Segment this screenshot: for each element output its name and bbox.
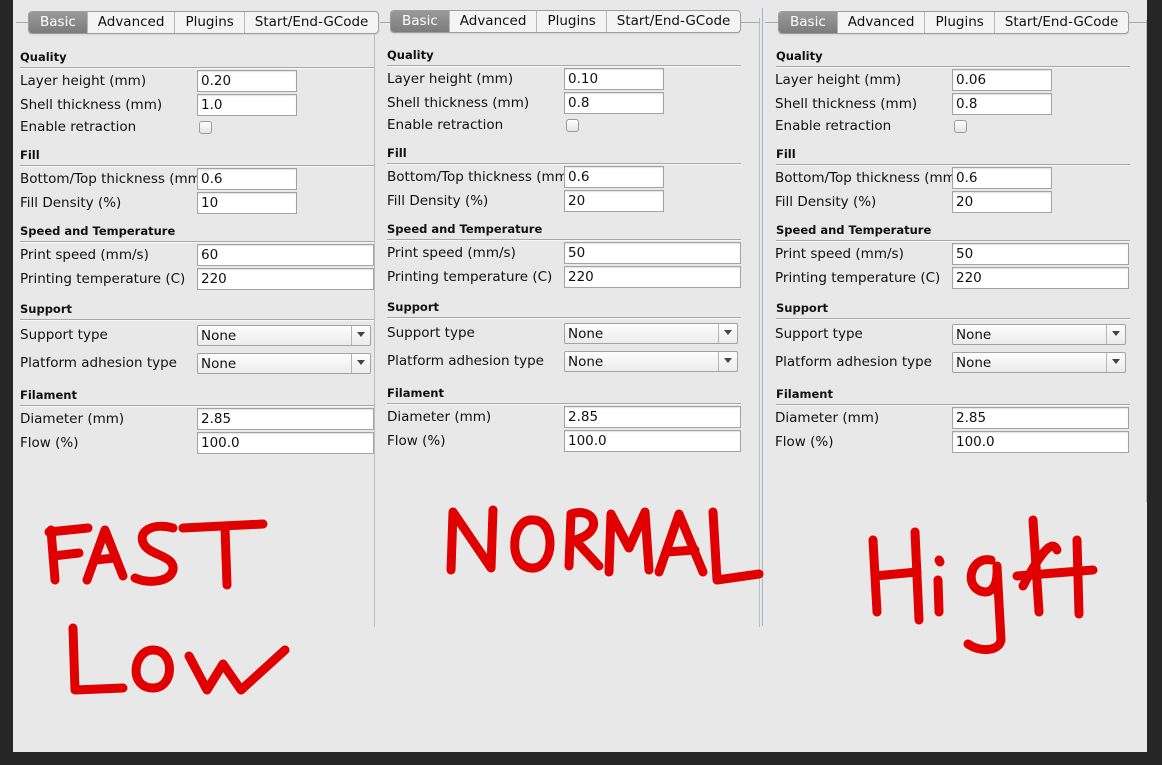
annotation-high bbox=[868, 515, 1098, 654]
annotation-normal bbox=[446, 505, 764, 585]
annotation-low bbox=[68, 623, 290, 695]
handwritten-annotations bbox=[44, 505, 1098, 695]
screenshot-canvas: Basic Advanced Plugins Start/End-GCode Q… bbox=[13, 0, 1147, 752]
annotation-fast bbox=[44, 519, 268, 590]
